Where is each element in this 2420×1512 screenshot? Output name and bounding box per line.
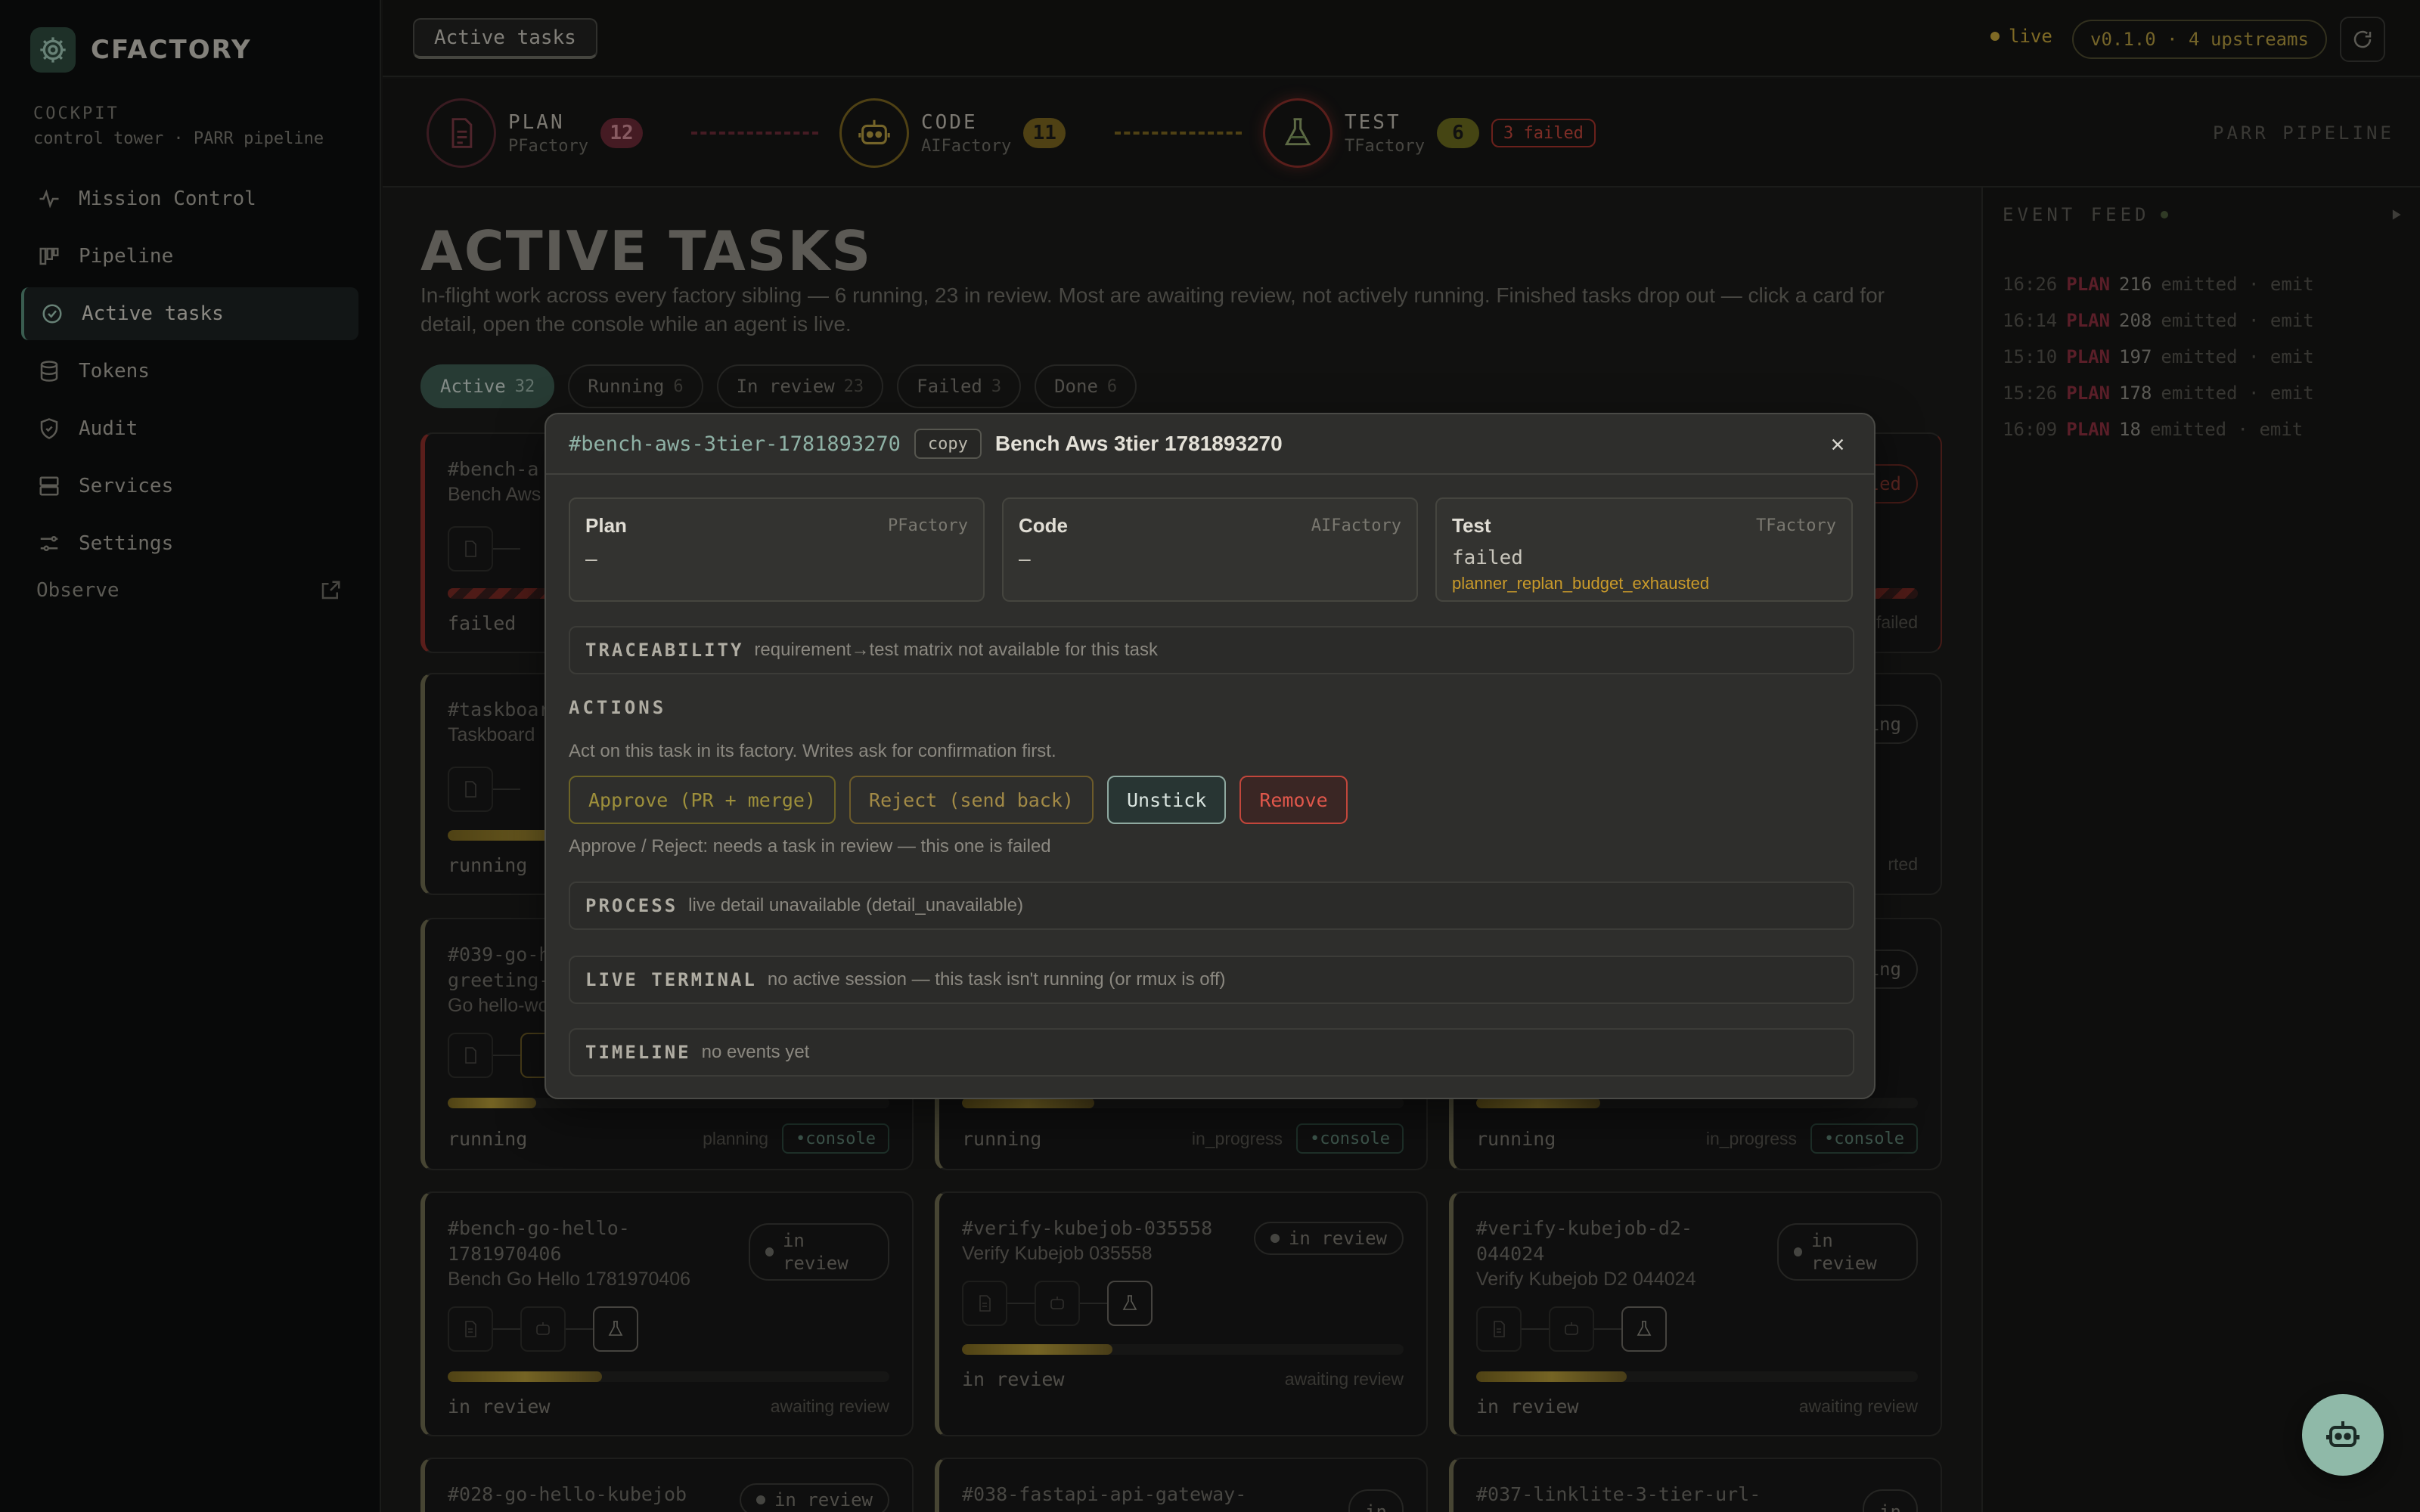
traceability-value: requirement→test matrix not available fo…	[754, 640, 1158, 660]
stage-box-value: —	[1019, 548, 1031, 571]
process-value: live detail unavailable (detail_unavaila…	[688, 895, 1024, 916]
unstick-button[interactable]: Unstick	[1106, 776, 1227, 824]
actions-title: ACTIONS	[569, 697, 667, 718]
process-row: PROCESS live detail unavailable (detail_…	[569, 881, 1854, 930]
remove-button[interactable]: Remove	[1239, 776, 1348, 824]
modal-header: #bench-aws-3tier-1781893270 copy Bench A…	[546, 414, 1874, 475]
stage-box-title: Test	[1452, 514, 1491, 537]
stage-box-error: planner_replan_budget_exhausted	[1452, 574, 1710, 593]
close-button[interactable]	[1824, 431, 1851, 458]
stage-box-plan: Plan PFactory —	[569, 497, 985, 602]
timeline-row: TIMELINE no events yet	[569, 1028, 1854, 1077]
traceability-label: TRACEABILITY	[585, 640, 744, 661]
modal-title: Bench Aws 3tier 1781893270	[994, 432, 1283, 455]
live-terminal-value: no active session — this task isn't runn…	[767, 969, 1226, 990]
action-buttons: Approve (PR + merge) Reject (send back) …	[569, 776, 1348, 824]
stage-box-title: Code	[1019, 514, 1068, 537]
modal-task-id: #bench-aws-3tier-1781893270	[569, 432, 901, 456]
live-terminal-label: LIVE TERMINAL	[585, 969, 757, 990]
task-detail-modal: #bench-aws-3tier-1781893270 copy Bench A…	[544, 413, 1876, 1099]
stage-box-test: Test TFactory failed planner_replan_budge…	[1435, 497, 1853, 602]
stage-box-code: Code AIFactory —	[1002, 497, 1418, 602]
process-label: PROCESS	[585, 895, 678, 916]
live-terminal-row: LIVE TERMINAL no active session — this t…	[569, 956, 1854, 1004]
timeline-value: no events yet	[701, 1042, 810, 1062]
close-icon	[1832, 438, 1844, 451]
stage-box-factory: TFactory	[1756, 516, 1836, 535]
approve-button[interactable]: Approve (PR + merge)	[569, 776, 836, 824]
stage-box-title: Plan	[585, 514, 627, 537]
stage-box-factory: PFactory	[888, 516, 968, 535]
traceability-row: TRACEABILITY requirement→test matrix not…	[569, 626, 1854, 674]
timeline-label: TIMELINE	[585, 1042, 691, 1063]
robot-icon	[2326, 1421, 2360, 1447]
reject-button[interactable]: Reject (send back)	[849, 776, 1094, 824]
stage-box-value: failed	[1452, 547, 1523, 569]
assistant-button[interactable]	[2302, 1394, 2384, 1476]
actions-note: Approve / Reject: needs a task in review…	[569, 836, 1051, 857]
copy-button[interactable]: copy	[914, 429, 982, 459]
stage-box-value: —	[585, 548, 597, 571]
stage-box-factory: AIFactory	[1311, 516, 1401, 535]
actions-description: Act on this task in its factory. Writes …	[569, 741, 1056, 761]
